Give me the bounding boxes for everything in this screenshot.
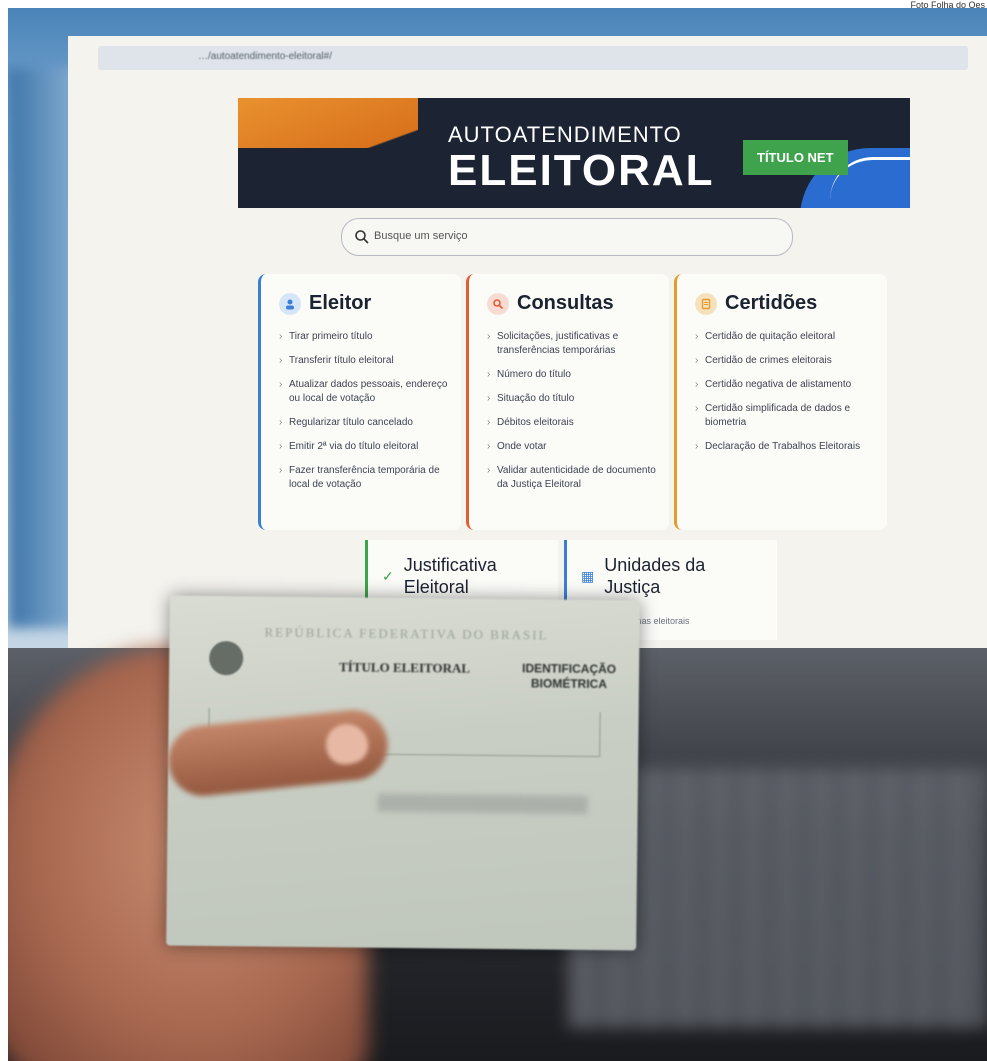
card-unidades-title: Unidades da Justiça: [604, 555, 706, 597]
card-eleitor-list: Tirar primeiro título Transferir título …: [279, 330, 453, 502]
card-certidoes-title: Certidões: [725, 292, 818, 314]
id-card-biometric: IDENTIFICAÇÃO BIOMÉTRICA: [522, 661, 617, 692]
card-certidoes-list: Certidão de quitação eleitoral Certidão …: [695, 330, 879, 464]
search-input[interactable]: Busque um serviço: [341, 218, 793, 256]
monitor-screen: …/autoatendimento-eleitoral#/ AUTOATENDI…: [68, 36, 987, 656]
service-link[interactable]: Fazer transferência temporária de local …: [279, 464, 453, 492]
service-link[interactable]: Certidão simplificada de dados e biometr…: [695, 402, 879, 430]
service-link[interactable]: Solicitações, justificativas e transferê…: [487, 330, 661, 358]
service-link[interactable]: Emitir 2ª via do título eleitoral: [279, 440, 453, 454]
search-placeholder: Busque um serviço: [374, 230, 468, 242]
service-link[interactable]: Tirar primeiro título: [279, 330, 453, 344]
service-banner: AUTOATENDIMENTO ELEITORAL TÍTULO NET: [238, 98, 910, 208]
card-certidoes[interactable]: Certidões Certidão de quitação eleitoral…: [674, 274, 887, 530]
service-link[interactable]: Declaração de Trabalhos Eleitorais: [695, 440, 879, 454]
card-consultas-list: Solicitações, justificativas e transferê…: [487, 330, 661, 502]
id-card-title: TÍTULO ELEITORAL: [339, 659, 471, 676]
search-icon: [355, 230, 369, 244]
titulo-net-button[interactable]: TÍTULO NET: [743, 140, 848, 175]
banner-wave-shape: [238, 148, 458, 208]
card-consultas[interactable]: Consultas Solicitações, justificativas e…: [466, 274, 669, 530]
service-link[interactable]: Atualizar dados pessoais, endereço ou lo…: [279, 378, 453, 406]
photo: …/autoatendimento-eleitoral#/ AUTOATENDI…: [8, 8, 987, 1061]
service-link[interactable]: Débitos eleitorais: [487, 416, 661, 430]
card-eleitor[interactable]: Eleitor Tirar primeiro título Transferir…: [258, 274, 461, 530]
service-link[interactable]: Certidão de crimes eleitorais: [695, 354, 879, 368]
coat-of-arms-icon: [209, 640, 244, 676]
card-eleitor-title: Eleitor: [309, 292, 372, 314]
card-consultas-title: Consultas: [517, 292, 614, 314]
id-card-header: REPÚBLICA FEDERATIVA DO BRASIL: [264, 624, 549, 643]
service-link[interactable]: Regularizar título cancelado: [279, 416, 453, 430]
building-icon: ▦: [581, 567, 595, 584]
service-link[interactable]: Número do título: [487, 368, 661, 382]
service-link[interactable]: Situação do título: [487, 392, 661, 406]
browser-url: …/autoatendimento-eleitoral#/: [198, 51, 332, 62]
service-link[interactable]: Validar autenticidade de documento da Ju…: [487, 464, 661, 492]
browser-address-bar[interactable]: …/autoatendimento-eleitoral#/: [98, 46, 968, 70]
service-link[interactable]: Onde votar: [487, 440, 661, 454]
document-icon: [695, 292, 717, 315]
banner-title-small: AUTOATENDIMENTO: [448, 122, 682, 147]
service-link[interactable]: Certidão de quitação eleitoral: [695, 330, 879, 344]
id-card-fields: [377, 793, 588, 814]
service-link[interactable]: Certidão negativa de alistamento: [695, 378, 879, 392]
magnifier-icon: [487, 292, 509, 315]
card-justificativa-title: Justificativa Eleitoral: [403, 555, 497, 597]
person-icon: [279, 292, 301, 315]
checkmark-icon: ✓: [382, 567, 394, 584]
banner-title-big: ELEITORAL: [448, 146, 715, 195]
service-link[interactable]: Transferir título eleitoral: [279, 354, 453, 368]
